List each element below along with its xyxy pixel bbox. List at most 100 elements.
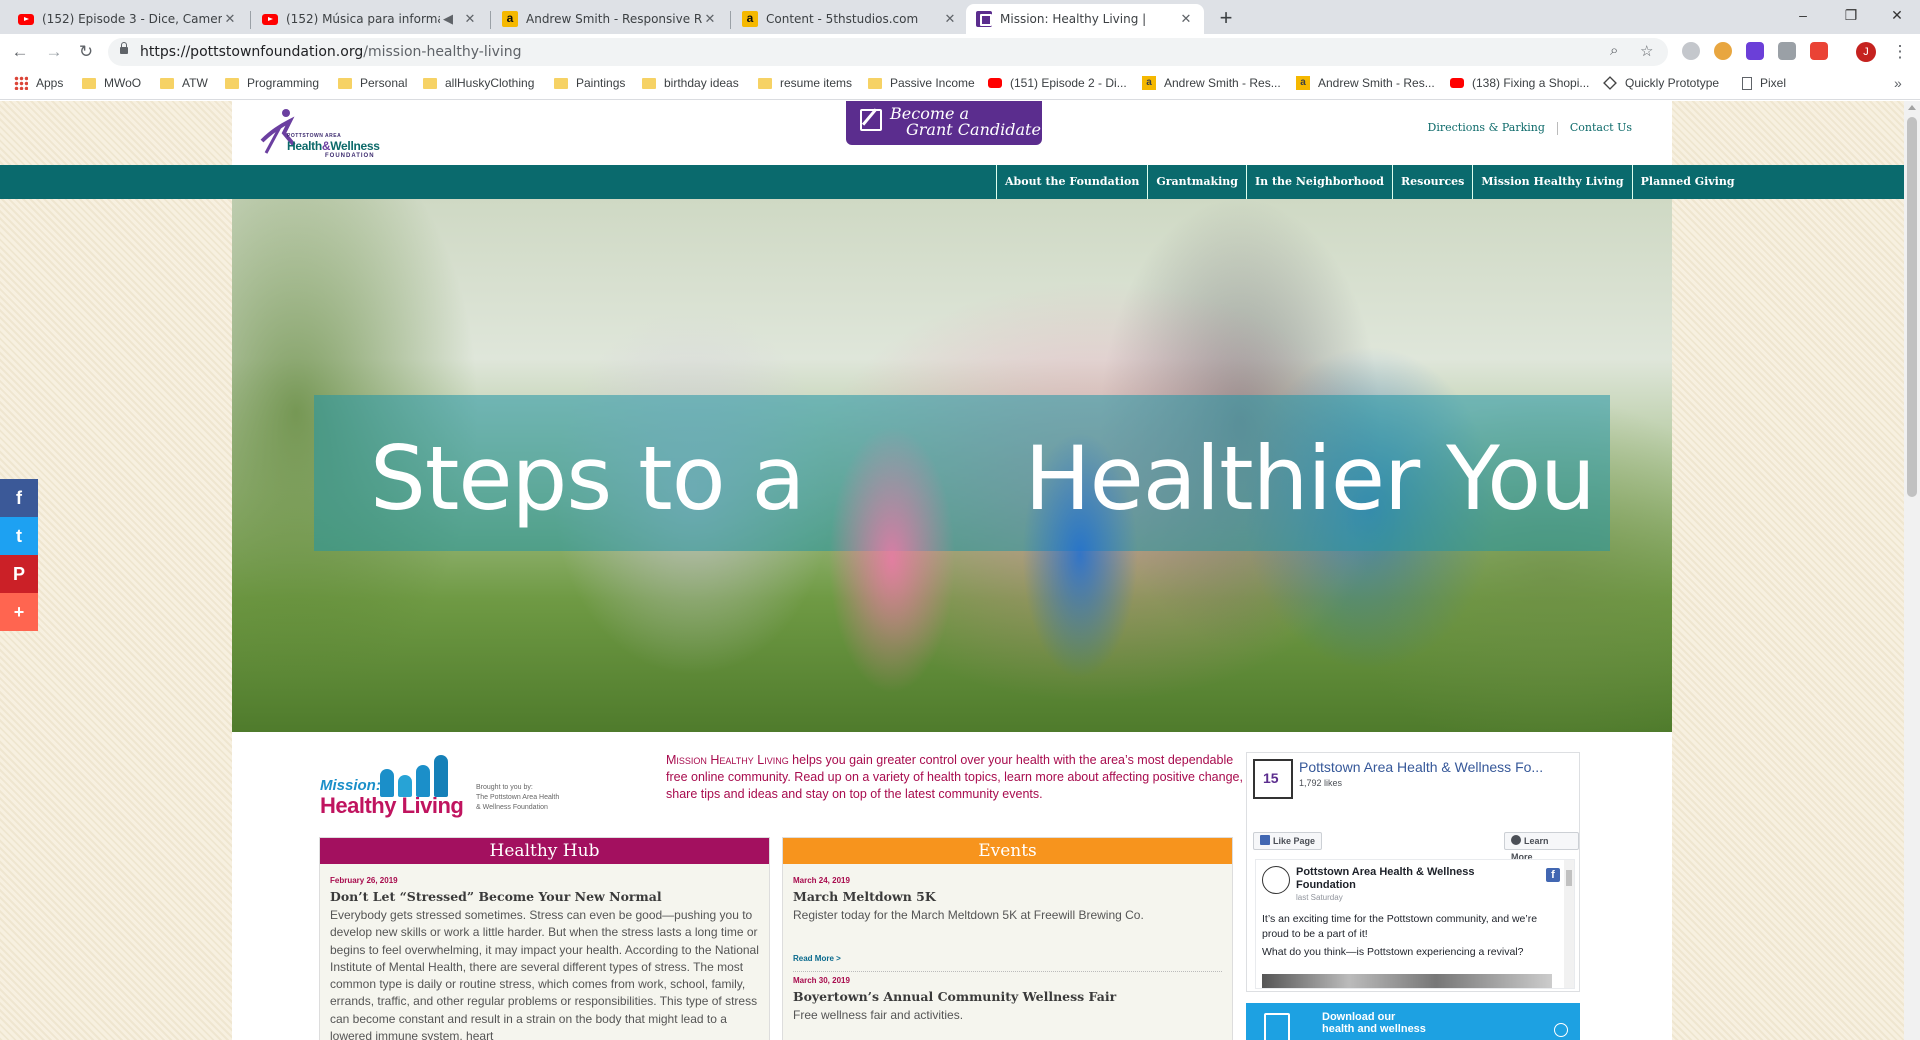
add-share-icon: + bbox=[13, 602, 25, 622]
bookmark-allhuskyclothing[interactable]: allHuskyClothing bbox=[423, 76, 534, 90]
bookmark-star-icon[interactable]: ☆ bbox=[1640, 42, 1653, 60]
close-icon[interactable]: ✕ bbox=[1178, 11, 1194, 27]
tab-separator bbox=[490, 11, 491, 29]
close-icon[interactable]: ✕ bbox=[222, 11, 238, 27]
nav-resources[interactable]: Resources bbox=[1392, 165, 1472, 199]
close-icon[interactable]: ✕ bbox=[462, 11, 478, 27]
events-heading[interactable]: Events bbox=[783, 838, 1232, 864]
bookmark-apps[interactable]: Apps bbox=[14, 76, 63, 90]
event-description: Register today for the March Meltdown 5K… bbox=[793, 908, 1144, 922]
post-image[interactable] bbox=[1262, 974, 1552, 988]
contact-us-link[interactable]: Contact Us bbox=[1558, 121, 1644, 135]
tab-mission-healthy-living[interactable]: Mission: Healthy Living | ✕ bbox=[966, 4, 1204, 34]
bookmark-personal[interactable]: Personal bbox=[338, 76, 407, 90]
bookmark-paintings[interactable]: Paintings bbox=[554, 76, 625, 90]
post-scrollbar[interactable] bbox=[1564, 860, 1574, 988]
tab-musica[interactable]: (152) Música para informátic ◀ ✕ bbox=[252, 4, 488, 34]
download-guide-banner[interactable]: Download our health and wellness bbox=[1246, 1003, 1580, 1040]
hero-headline: Steps to a Healthier You bbox=[370, 427, 1596, 530]
menu-icon[interactable]: ⋮ bbox=[1888, 40, 1912, 64]
folder-icon bbox=[554, 77, 568, 89]
bookmark-atw[interactable]: ATW bbox=[160, 76, 208, 90]
tab-episode-3[interactable]: (152) Episode 3 - Dice, Camera, A ✕ bbox=[8, 4, 248, 34]
event-title[interactable]: Boyertown’s Annual Community Wellness Fa… bbox=[793, 989, 1222, 1004]
hero-banner: Steps to a Healthier You bbox=[232, 199, 1672, 732]
nav-planned-giving[interactable]: Planned Giving bbox=[1631, 165, 1743, 199]
folder-icon bbox=[338, 77, 352, 89]
page-scrollbar[interactable] bbox=[1904, 101, 1920, 1040]
close-icon[interactable]: ✕ bbox=[942, 11, 958, 27]
purple-extension-icon[interactable] bbox=[1746, 42, 1764, 60]
facebook-profile-picture[interactable] bbox=[1253, 759, 1293, 799]
like-page-button[interactable]: Like Page bbox=[1253, 832, 1323, 850]
bookmark-passive-income[interactable]: Passive Income bbox=[868, 76, 975, 90]
share-pinterest-button[interactable]: P bbox=[0, 555, 38, 593]
nav-about-the-foundation[interactable]: About the Foundation bbox=[996, 165, 1147, 199]
bookmark-resume-items[interactable]: resume items bbox=[758, 76, 852, 90]
bookmarks-overflow-button[interactable]: » bbox=[1894, 75, 1902, 91]
event-title[interactable]: March Meltdown 5K bbox=[793, 889, 1222, 904]
lock-icon bbox=[120, 42, 128, 54]
url-text[interactable]: https://pottstownfoundation.org/mission-… bbox=[140, 44, 522, 60]
forward-icon[interactable]: → bbox=[42, 40, 66, 64]
share-facebook-button[interactable]: f bbox=[0, 479, 38, 517]
share-twitter-button[interactable]: t bbox=[0, 517, 38, 555]
back-icon[interactable]: ← bbox=[8, 40, 32, 64]
new-tab-button[interactable]: + bbox=[1213, 5, 1239, 31]
grant-candidate-button[interactable]: Become a Grant Candidate bbox=[846, 101, 1042, 145]
bookmark-episode-2[interactable]: (151) Episode 2 - Di... bbox=[988, 76, 1127, 90]
article-title[interactable]: Don’t Let “Stressed” Become Your New Nor… bbox=[330, 889, 759, 904]
tab-andrew-smith[interactable]: a Andrew Smith - Responsive Resu ✕ bbox=[492, 4, 728, 34]
tab-title: (152) Episode 3 - Dice, Camera, A bbox=[42, 12, 222, 26]
reload-icon[interactable]: ↻ bbox=[74, 40, 98, 64]
folder-icon bbox=[225, 77, 239, 89]
foundation-logo[interactable]: POTTSTOWN AREA Health&Wellness FOUNDATIO… bbox=[260, 105, 400, 161]
bookmark-pixel[interactable]: Pixel bbox=[1742, 76, 1786, 90]
learn-more-button[interactable]: Learn More bbox=[1504, 832, 1579, 862]
cloud-extension-icon[interactable] bbox=[1682, 42, 1700, 60]
arrow-circle-icon bbox=[1554, 1023, 1568, 1037]
profile-avatar[interactable]: J bbox=[1856, 42, 1876, 62]
facebook-icon: f bbox=[16, 488, 22, 508]
bookmark-birthday-ideas[interactable]: birthday ideas bbox=[642, 76, 739, 90]
zoom-icon[interactable]: ⌕ bbox=[1610, 42, 1618, 59]
share-more-button[interactable]: + bbox=[0, 593, 38, 631]
tab-strip: (152) Episode 3 - Dice, Camera, A ✕ (152… bbox=[0, 0, 1920, 34]
amazon-icon: a bbox=[502, 11, 518, 27]
minimize-button[interactable]: – bbox=[1780, 0, 1826, 30]
cookie-extension-icon[interactable] bbox=[1714, 42, 1732, 60]
address-bar[interactable]: https://pottstownfoundation.org/mission-… bbox=[108, 38, 1668, 66]
directions-parking-link[interactable]: Directions & Parking bbox=[1416, 121, 1557, 135]
post-time[interactable]: last Saturday bbox=[1296, 893, 1343, 902]
bookmark-andrew-smith-1[interactable]: a Andrew Smith - Res... bbox=[1142, 76, 1281, 90]
close-window-button[interactable]: ✕ bbox=[1874, 0, 1920, 30]
brought-to-you-by: Brought to you by: The Pottstown Area He… bbox=[476, 784, 560, 811]
post-text: It’s an exciting time for the Pottstown … bbox=[1262, 913, 1538, 958]
bookmark-fixing-a-shopi[interactable]: (138) Fixing a Shopi... bbox=[1450, 76, 1589, 90]
nav-in-the-neighborhood[interactable]: In the Neighborhood bbox=[1246, 165, 1392, 199]
restore-button[interactable]: ❐ bbox=[1828, 0, 1874, 30]
post-avatar[interactable] bbox=[1262, 866, 1290, 894]
page-container: POTTSTOWN AREA Health&Wellness FOUNDATIO… bbox=[0, 101, 1904, 1040]
facebook-page-name[interactable]: Pottstown Area Health & Wellness Fo... bbox=[1299, 759, 1569, 775]
bookmark-programming[interactable]: Programming bbox=[225, 76, 319, 90]
pinterest-icon: P bbox=[12, 564, 25, 584]
audio-icon[interactable]: ◀ bbox=[440, 11, 456, 27]
nav-mission-healthy-living[interactable]: Mission Healthy Living bbox=[1472, 165, 1631, 199]
gray-extension-icon[interactable] bbox=[1778, 42, 1796, 60]
close-icon[interactable]: ✕ bbox=[702, 11, 718, 27]
tab-content-5thstudios[interactable]: a Content - 5thstudios.com ✕ bbox=[732, 4, 968, 34]
red-extension-icon[interactable] bbox=[1810, 42, 1828, 60]
page-viewport: POTTSTOWN AREA Health&Wellness FOUNDATIO… bbox=[0, 101, 1904, 1040]
healthy-hub-heading[interactable]: Healthy Hub bbox=[320, 838, 769, 864]
nav-grantmaking[interactable]: Grantmaking bbox=[1147, 165, 1246, 199]
post-author[interactable]: Pottstown Area Health & Wellness Foundat… bbox=[1296, 866, 1536, 892]
scroll-thumb[interactable] bbox=[1907, 117, 1917, 497]
read-more-link[interactable]: Read More > bbox=[793, 954, 1222, 963]
scroll-up-icon[interactable] bbox=[1908, 105, 1916, 110]
bookmark-mwoo[interactable]: MWoO bbox=[82, 76, 141, 90]
bookmark-andrew-smith-2[interactable]: a Andrew Smith - Res... bbox=[1296, 76, 1435, 90]
facebook-logo-icon[interactable]: f bbox=[1546, 868, 1560, 882]
tab-separator bbox=[250, 11, 251, 29]
bookmark-quickly-prototype[interactable]: Quickly Prototype bbox=[1603, 76, 1719, 90]
